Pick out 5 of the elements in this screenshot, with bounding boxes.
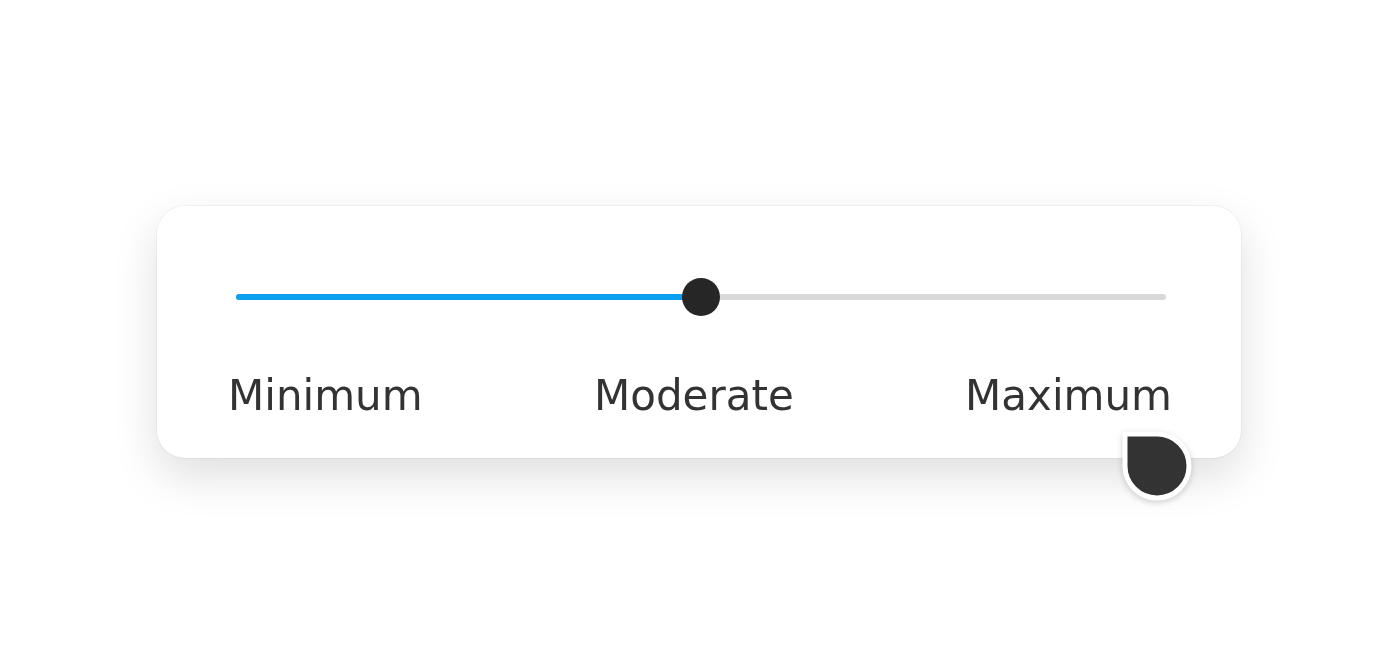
- slider-track[interactable]: [236, 278, 1166, 316]
- slider-thumb[interactable]: [682, 278, 720, 316]
- slider-label: Minimum: [228, 371, 423, 420]
- slider-label: Moderate: [593, 371, 794, 420]
- slider-label: Maximum: [965, 371, 1172, 420]
